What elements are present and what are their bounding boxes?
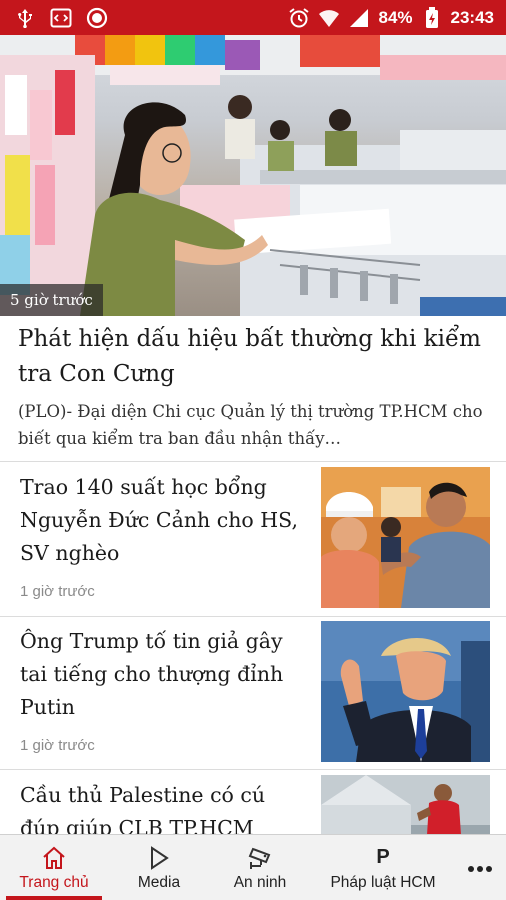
nav-phap-luat-hcm-label: Pháp luật HCM [330,873,436,891]
status-right-icons: 84% 23:43 [288,6,494,29]
nav-an-ninh[interactable]: An ninh [210,835,310,900]
article-time: 1 giờ trước [20,737,95,754]
scholarship-ceremony-photo [321,467,490,608]
article-thumbnail[interactable] [321,467,490,608]
more-button[interactable] [456,835,504,900]
play-icon [148,844,170,872]
bottom-navigation: Trang chủ Media An ninh P Pháp luật HCM [0,834,506,900]
status-left-icons [14,7,108,29]
article-time: 1 giờ trước [20,583,95,600]
divider [0,769,506,770]
alarm-icon [288,7,310,29]
article-title[interactable]: Ông Trump tố tin giả gây tai tiếng cho t… [20,625,310,724]
code-icon [50,7,72,29]
more-dots-icon [467,858,493,877]
divider [0,461,506,462]
nav-home-label: Trang chủ [19,873,89,891]
cctv-icon [247,844,273,872]
lead-article-summary: (PLO)- Đại diện Chi cục Quản lý thị trườ… [18,402,483,448]
home-icon [41,844,67,872]
article-card[interactable]: Ông Trump tố tin giả gây tai tiếng cho t… [0,619,506,769]
record-icon [86,7,108,29]
nav-media-label: Media [137,873,181,891]
signal-icon [348,7,370,29]
lead-article[interactable]: Phát hiện dấu hiệu bất thường khi kiểm t… [18,322,490,452]
battery-icon [421,6,443,29]
trump-photo [321,621,490,762]
store-inspection-photo [0,35,506,316]
article-thumbnail[interactable] [321,621,490,762]
usb-icon [14,7,36,29]
article-title[interactable]: Trao 140 suất học bổng Nguyễn Đức Cảnh c… [20,471,310,570]
divider [0,616,506,617]
lead-article-image[interactable]: 5 giờ trước [0,35,506,316]
battery-percent: 84% [378,7,413,27]
wifi-icon [318,7,340,29]
status-bar: 84% 23:43 [0,0,506,35]
nav-media[interactable]: Media [108,835,210,900]
nav-an-ninh-label: An ninh [233,873,287,891]
status-time: 23:43 [450,7,494,27]
nav-home[interactable]: Trang chủ [0,835,108,900]
article-card[interactable]: Trao 140 suất học bổng Nguyễn Đức Cảnh c… [0,465,506,615]
lead-article-time: 5 giờ trước [0,284,103,316]
p-letter-icon: P [376,846,390,868]
nav-phap-luat-hcm[interactable]: P Pháp luật HCM [310,835,456,900]
lead-article-title[interactable]: Phát hiện dấu hiệu bất thường khi kiểm t… [18,322,490,392]
